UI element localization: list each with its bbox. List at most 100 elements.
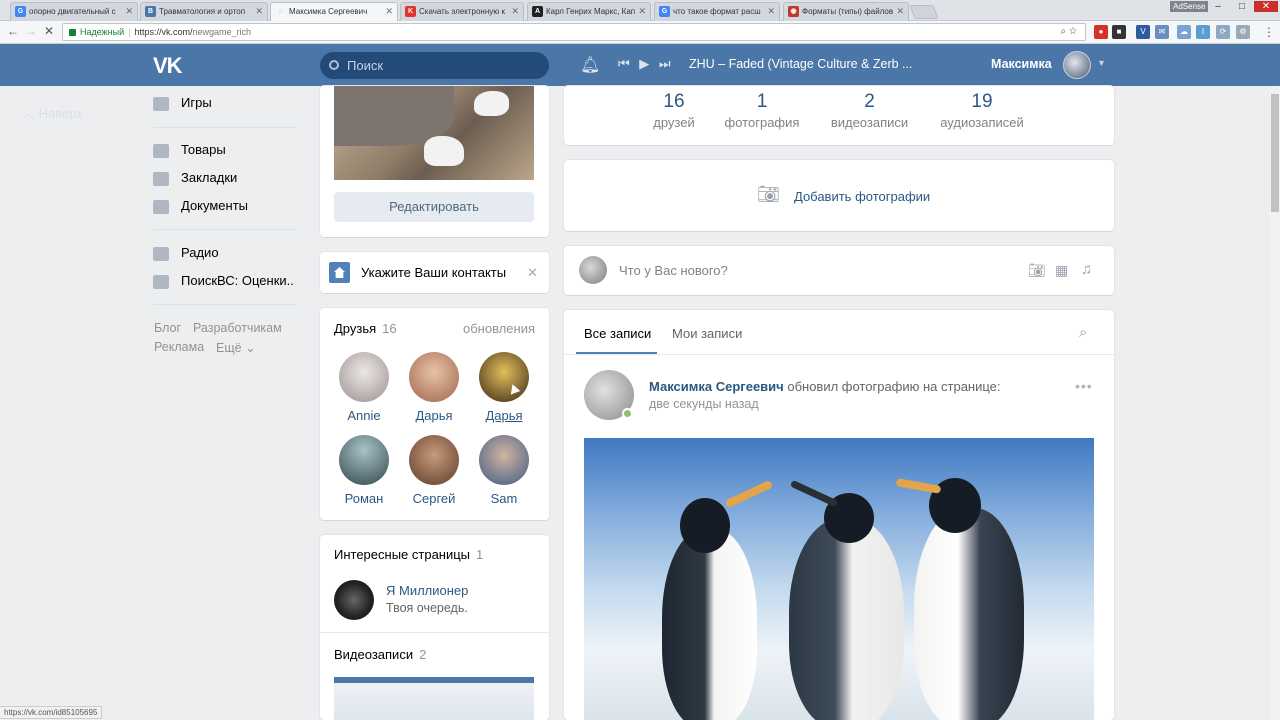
stop-loading-icon[interactable]: ✕: [44, 24, 54, 38]
stat-audio[interactable]: 19 аудиозаписей: [932, 91, 1032, 130]
extension-adblock-icon[interactable]: ●: [1094, 25, 1108, 39]
vk-logo[interactable]: VK: [153, 53, 183, 79]
nav-item-games[interactable]: Игры: [153, 95, 212, 111]
music-icon[interactable]: ♫: [1081, 261, 1092, 278]
friend-item[interactable]: Annie: [334, 352, 394, 423]
browser-tab-1[interactable]: G опорно двигательный с ✕: [10, 2, 138, 21]
back-arrow-icon[interactable]: ←: [7, 24, 19, 38]
extension-dark-icon[interactable]: ■: [1112, 25, 1126, 39]
stat-label: фотография: [724, 115, 800, 130]
browser-tab-5[interactable]: A Карл Генрих Маркс, Кап ✕: [527, 2, 651, 21]
page-avatar[interactable]: [334, 580, 374, 620]
stat-friends[interactable]: 16 друзей: [634, 91, 714, 130]
new-tab-button[interactable]: [909, 5, 939, 19]
camera-icon: 📷︎: [757, 184, 780, 204]
more-label: Ещё: [216, 341, 242, 355]
extension-vk-icon[interactable]: V: [1136, 25, 1150, 39]
close-tab-icon[interactable]: ✕: [767, 6, 775, 17]
nav-divider: [153, 127, 297, 128]
camera-icon[interactable]: 📷︎: [1028, 262, 1046, 279]
nav-item-poisk[interactable]: ПоискВС: Оценки..: [153, 273, 294, 289]
extension-settings-icon[interactable]: ⚙: [1236, 25, 1250, 39]
close-tab-icon[interactable]: ✕: [511, 6, 519, 17]
vk-header: VK Поиск 🔔︎ ⏮︎ ▶︎ ⏭︎ ZHU – Faded (Vintag…: [0, 44, 1280, 86]
footer-blog-link[interactable]: Блог: [154, 321, 181, 335]
friend-avatar: [479, 435, 529, 485]
a-site-icon: A: [532, 6, 543, 17]
close-tab-icon[interactable]: ✕: [385, 6, 393, 17]
close-window-icon[interactable]: ✕: [1254, 1, 1278, 12]
bag-icon: [153, 143, 169, 158]
nav-item-radio[interactable]: Радио: [153, 245, 219, 261]
friend-item[interactable]: Роман: [334, 435, 394, 506]
page-name[interactable]: Я Миллионер: [386, 583, 468, 598]
chevron-down-icon: ⌄: [245, 341, 256, 355]
more-actions-icon[interactable]: •••: [1075, 378, 1093, 394]
post-time[interactable]: две секунды назад: [649, 397, 759, 411]
video-thumbnail[interactable]: [334, 677, 534, 720]
scroll-top-link[interactable]: ︿ Наверх: [22, 103, 83, 122]
online-indicator: [622, 408, 633, 419]
extension-mail-icon[interactable]: ✉: [1155, 25, 1169, 39]
nav-item-goods[interactable]: Товары: [153, 142, 226, 158]
close-tab-icon[interactable]: ✕: [638, 6, 646, 17]
footer-developers-link[interactable]: Разработчикам: [193, 321, 282, 335]
edit-profile-button[interactable]: Редактировать: [334, 192, 534, 222]
maximize-icon[interactable]: □: [1230, 1, 1254, 12]
track-title[interactable]: ZHU – Faded (Vintage Culture & Zerb ...: [689, 57, 912, 71]
post-photo[interactable]: [584, 438, 1094, 720]
search-icon[interactable]: ⌕: [1079, 324, 1087, 341]
tab-all-posts[interactable]: Все записи: [584, 326, 651, 341]
friends-updates-link[interactable]: обновления: [463, 321, 535, 336]
friends-header[interactable]: Друзья 16: [334, 321, 397, 336]
footer-more-link[interactable]: Ещё ⌄: [216, 340, 256, 355]
friend-item[interactable]: Сергей: [404, 435, 464, 506]
friend-item[interactable]: Дарья: [404, 352, 464, 423]
contacts-label[interactable]: Укажите Ваши контакты: [361, 265, 506, 280]
search-input[interactable]: Поиск: [320, 52, 549, 79]
zoom-icon[interactable]: ⌕ ☆: [1060, 26, 1077, 37]
extension-cloud-icon[interactable]: ☁: [1177, 25, 1191, 39]
friend-avatar: [339, 435, 389, 485]
extension-iq-icon[interactable]: I: [1196, 25, 1210, 39]
close-tab-icon[interactable]: ✕: [896, 6, 904, 17]
video-icon[interactable]: ▦: [1055, 262, 1068, 279]
stat-videos[interactable]: 2 видеозаписи: [822, 91, 917, 130]
user-name[interactable]: Максимка: [991, 57, 1052, 71]
minimize-icon[interactable]: –: [1206, 1, 1230, 12]
penguin-figure: [662, 528, 757, 720]
forward-arrow-icon[interactable]: →: [25, 24, 37, 38]
browser-tab-7[interactable]: ◉ Форматы (типы) файлов ✕: [783, 2, 909, 21]
profile-photo[interactable]: [334, 86, 534, 180]
scrollbar-thumb[interactable]: [1271, 94, 1279, 212]
pages-header[interactable]: Интересные страницы 1: [334, 547, 483, 562]
app-grid-icon: [153, 274, 169, 289]
tab-my-posts[interactable]: Мои записи: [672, 326, 742, 341]
close-tab-icon[interactable]: ✕: [125, 6, 133, 17]
user-avatar[interactable]: [1063, 51, 1091, 79]
browser-tab-active[interactable]: ◌ Максимка Сергеевич ✕: [270, 2, 398, 21]
stat-value: 19: [971, 91, 993, 112]
friend-item[interactable]: Дарья: [474, 352, 534, 423]
player-controls[interactable]: ⏮︎ ▶︎ ⏭︎: [618, 56, 674, 72]
menu-icon[interactable]: ⋮: [1263, 25, 1275, 39]
url-field[interactable]: Надежный | https://vk.com/newgame_rich ⌕ ☆: [62, 23, 1086, 41]
nav-item-bookmarks[interactable]: Закладки: [153, 170, 237, 186]
nav-item-documents[interactable]: Документы: [153, 198, 248, 214]
videos-header[interactable]: Видеозаписи 2: [334, 647, 426, 662]
browser-tab-6[interactable]: G что такое формат расш ✕: [654, 2, 780, 21]
friend-item[interactable]: Sam: [474, 435, 534, 506]
add-photos-label[interactable]: Добавить фотографии: [794, 189, 930, 204]
browser-tab-4[interactable]: K Скачать электронную к ✕: [400, 2, 524, 21]
browser-tab-2[interactable]: В Травматология и ортоп ✕: [140, 2, 268, 21]
close-tab-icon[interactable]: ✕: [255, 6, 263, 17]
stat-photos[interactable]: 1 фотография: [717, 91, 807, 130]
friend-name: Роман: [344, 491, 384, 506]
bell-icon[interactable]: 🔔︎: [580, 55, 600, 75]
post-author-name[interactable]: Максимка Сергеевич: [649, 379, 784, 394]
footer-ads-link[interactable]: Реклама: [154, 340, 204, 354]
chevron-down-icon[interactable]: ▼: [1097, 58, 1106, 68]
composer-input[interactable]: Что у Вас нового?: [619, 263, 728, 278]
extension-sync-icon[interactable]: ⟳: [1216, 25, 1230, 39]
close-icon[interactable]: ✕: [527, 265, 538, 281]
